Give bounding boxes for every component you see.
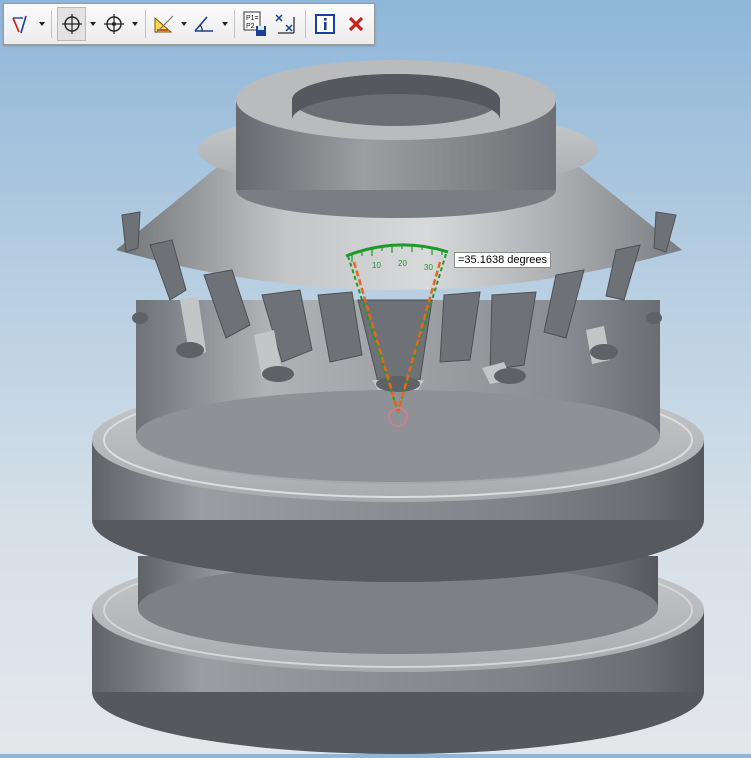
scale-tick-30: 30 <box>424 263 433 272</box>
center-point-dropdown[interactable] <box>130 7 140 41</box>
chevron-down-icon <box>221 22 228 26</box>
close-button[interactable] <box>341 7 370 41</box>
crosshair-center-icon <box>103 14 124 34</box>
angle-dropdown[interactable] <box>220 7 230 41</box>
toolbar-divider <box>51 10 53 38</box>
crosshair-point-icon <box>61 14 82 34</box>
info-button[interactable] <box>311 7 340 41</box>
toolbar-divider <box>234 10 236 38</box>
center-point-button[interactable] <box>99 7 128 41</box>
close-icon <box>348 16 363 32</box>
model-render: 10 20 30 <box>92 60 704 754</box>
point-distance-button[interactable] <box>271 7 300 41</box>
toolbar-divider <box>304 10 306 38</box>
ruler-button[interactable] <box>151 7 178 41</box>
chevron-down-icon <box>181 22 188 26</box>
line-angle-button[interactable] <box>8 7 35 41</box>
svg-text:P2: P2 <box>246 23 255 30</box>
ruler-dropdown[interactable] <box>179 7 189 41</box>
point-distance-icon <box>275 14 295 34</box>
p1-p2-save-icon: P1= P2 <box>243 11 266 36</box>
ruler-measure-icon <box>154 15 174 34</box>
svg-text:P1=: P1= <box>246 15 259 22</box>
toolbar-divider <box>144 10 146 38</box>
angle-button[interactable] <box>191 7 218 41</box>
line-angle-icon <box>12 15 28 34</box>
scale-tick-10: 10 <box>372 261 381 270</box>
scale-tick-20: 20 <box>398 259 407 268</box>
info-icon <box>314 14 335 34</box>
chevron-down-icon <box>89 22 96 26</box>
measure-toolbar: P1= P2 <box>3 3 375 45</box>
3d-viewport[interactable]: 10 20 30 =35.1638 degrees <box>0 0 751 754</box>
p1-p2-button[interactable]: P1= P2 <box>240 7 269 41</box>
angle-measure-icon <box>194 16 214 32</box>
angle-readout: =35.1638 degrees <box>454 252 551 268</box>
chevron-down-icon <box>38 22 45 26</box>
point-dropdown[interactable] <box>88 7 98 41</box>
chevron-down-icon <box>131 22 138 26</box>
line-angle-dropdown[interactable] <box>37 7 47 41</box>
point-button[interactable] <box>57 7 86 41</box>
